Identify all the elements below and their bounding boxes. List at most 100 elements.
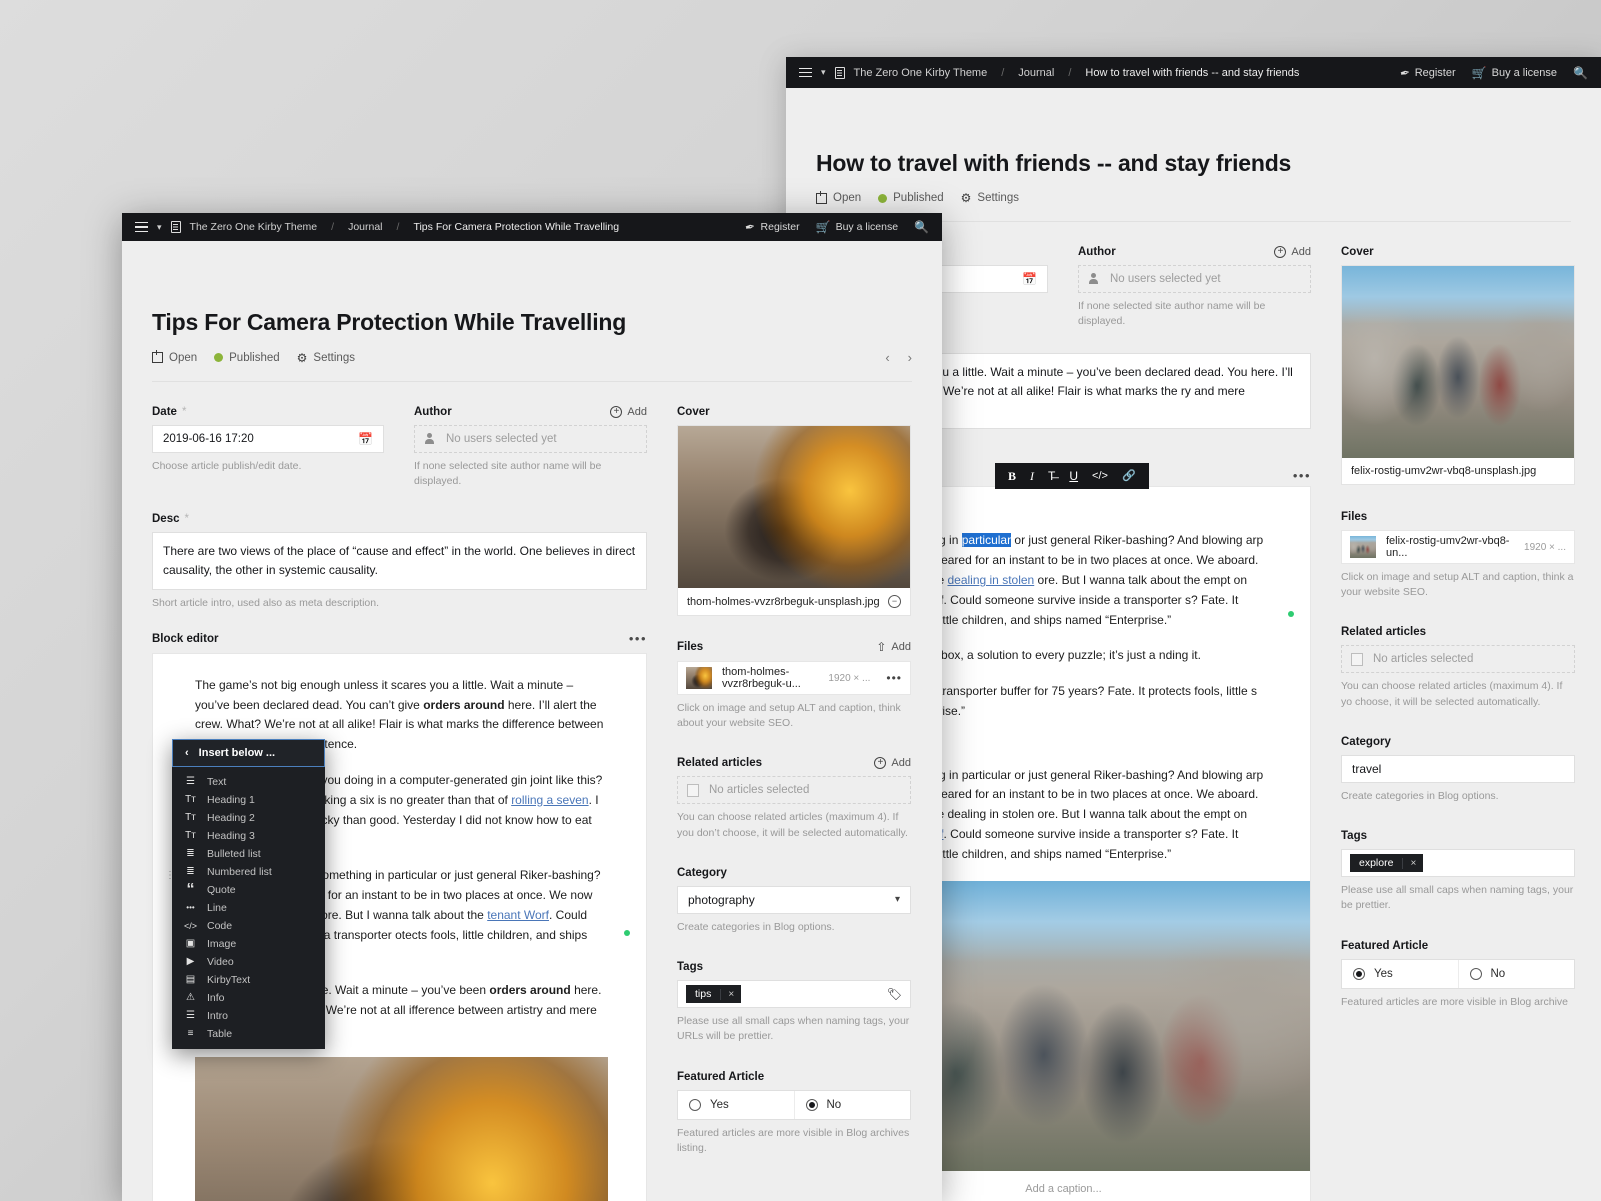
register-button[interactable]: ✒ Register xyxy=(744,219,800,235)
chevron-down-icon[interactable]: ▾ xyxy=(821,67,826,78)
breadcrumb-site[interactable]: The Zero One Kirby Theme xyxy=(854,67,988,79)
cover-image[interactable] xyxy=(1342,266,1574,458)
insert-menu-item-numbered-list[interactable]: ≣ Numbered list xyxy=(172,863,325,881)
insert-menu-item-text[interactable]: ☰ Text xyxy=(172,773,325,791)
insert-menu-item-image[interactable]: ▣ Image xyxy=(172,935,325,953)
file-dimensions: 1920 × ... xyxy=(828,672,871,684)
tag-chip[interactable]: tips × xyxy=(686,985,742,1004)
inline-link[interactable]: dealing in stolen xyxy=(947,573,1034,587)
breadcrumb-section[interactable]: Journal xyxy=(348,221,382,233)
article-image[interactable] xyxy=(195,1056,608,1201)
cover-box[interactable]: felix-rostig-umv2wr-vbq8-unsplash.jpg xyxy=(1341,265,1575,485)
bold-text: orders around xyxy=(423,697,505,712)
insert-menu-items: ☰ Text Tт Heading 1 Tт Heading 2 Tт Heading 3 ≣ B… xyxy=(172,767,325,1043)
hamburger-icon[interactable] xyxy=(799,67,812,78)
category-select[interactable]: travel xyxy=(1341,754,1575,783)
page-title: Tips For Camera Protection While Travell… xyxy=(152,309,627,335)
tags-input[interactable]: explore × xyxy=(1341,849,1575,878)
close-icon[interactable]: × xyxy=(1402,857,1423,869)
register-label: Register xyxy=(1414,66,1456,79)
author-input[interactable]: No users selected yet xyxy=(1078,265,1311,293)
related-add-button[interactable]: + Add xyxy=(874,757,911,770)
status-badge[interactable]: Published xyxy=(878,192,944,204)
breadcrumb-page[interactable]: How to travel with friends -- and stay f… xyxy=(1085,67,1299,79)
calendar-icon[interactable]: 📅 xyxy=(358,432,373,446)
strikethrough-button[interactable]: T̶ xyxy=(1048,470,1055,482)
files-add-button[interactable]: ⇧ Add xyxy=(876,640,911,654)
insert-menu-title: Insert below ... xyxy=(198,747,276,759)
link-button[interactable]: 🔗 xyxy=(1122,470,1136,482)
front-date-field: Date * 2019-06-16 17:20 📅 Choose article… xyxy=(152,406,384,489)
insert-menu-item-bulleted-list[interactable]: ≣ Bulleted list xyxy=(172,845,325,863)
author-add-button[interactable]: + Add xyxy=(610,406,647,418)
remove-cover-button[interactable]: − xyxy=(888,595,901,608)
category-select[interactable]: photography ▾ xyxy=(677,885,911,914)
featured-no-option[interactable]: No xyxy=(1457,959,1575,988)
open-button[interactable]: Open xyxy=(152,350,197,364)
insert-menu-item-heading-2[interactable]: Tт Heading 2 xyxy=(172,809,325,827)
inline-link[interactable]: rolling a seven xyxy=(511,793,588,807)
desc-textarea[interactable]: There are two views of the place of “cau… xyxy=(152,532,647,590)
insert-menu-item-video[interactable]: ▶ Video xyxy=(172,953,325,971)
insert-menu-item-table[interactable]: ≡ Table xyxy=(172,1025,325,1043)
cover-box[interactable]: thom-holmes-vvzr8rbeguk-unsplash.jpg − xyxy=(677,425,911,616)
prev-page-button[interactable]: ‹ xyxy=(885,350,889,365)
insert-menu-item-intro[interactable]: ☰ Intro xyxy=(172,1007,325,1025)
insert-menu-item-kirbytext[interactable]: ▤ KirbyText xyxy=(172,971,325,989)
featured-yes-option[interactable]: Yes xyxy=(1342,960,1458,988)
featured-yes-option[interactable]: Yes xyxy=(678,1091,794,1119)
tag-icon[interactable]: 🏷 xyxy=(887,987,902,1001)
inline-link[interactable]: tenant Worf xyxy=(487,908,549,922)
related-articles-input[interactable]: No articles selected xyxy=(1341,645,1575,674)
file-options-button[interactable]: ••• xyxy=(880,672,902,684)
chevron-down-icon[interactable]: ▾ xyxy=(157,222,162,233)
close-icon[interactable]: × xyxy=(720,988,741,1000)
status-badge[interactable]: Published xyxy=(214,352,280,364)
settings-button[interactable]: ⚙ Settings xyxy=(961,191,1019,205)
related-articles-input[interactable]: No articles selected xyxy=(677,776,911,805)
category-label: Category xyxy=(1341,735,1391,748)
block-editor-options-button[interactable]: ••• xyxy=(1293,469,1311,482)
numbered-list-icon: ≣ xyxy=(186,866,195,877)
plus-icon: + xyxy=(874,757,887,770)
breadcrumb-section[interactable]: Journal xyxy=(1018,67,1054,79)
hamburger-icon[interactable] xyxy=(135,222,148,232)
insert-menu-header[interactable]: ‹ Insert below ... xyxy=(172,739,325,767)
tags-input[interactable]: tips × 🏷 xyxy=(677,980,911,1009)
open-button[interactable]: Open xyxy=(816,190,862,204)
insert-menu-item-quote[interactable]: “ Quote xyxy=(172,881,325,899)
insert-menu-item-line[interactable]: ••• Line xyxy=(172,899,325,917)
tag-chip[interactable]: explore × xyxy=(1350,854,1424,873)
file-list-item[interactable]: felix-rostig-umv2wr-vbq8-un... 1920 × ..… xyxy=(1341,530,1575,564)
buy-license-button[interactable]: 🛒 Buy a license xyxy=(816,220,898,234)
back-icon[interactable]: ‹ xyxy=(185,747,189,759)
author-input[interactable]: No users selected yet xyxy=(414,425,647,453)
register-button[interactable]: ✒ Register xyxy=(1398,65,1456,81)
date-input[interactable]: 2019-06-16 17:20 📅 xyxy=(152,425,384,453)
settings-button[interactable]: ⚙ Settings xyxy=(297,351,355,365)
related-label: Related articles xyxy=(677,757,763,770)
author-add-button[interactable]: + Add xyxy=(1274,246,1311,258)
italic-button[interactable]: I xyxy=(1030,470,1034,482)
calendar-icon[interactable]: 📅 xyxy=(1022,272,1037,286)
next-page-button[interactable]: › xyxy=(908,350,912,365)
block-editor-options-button[interactable]: ••• xyxy=(629,632,647,645)
open-label: Open xyxy=(833,192,862,204)
search-icon[interactable]: 🔍 xyxy=(914,220,929,234)
breadcrumb-page[interactable]: Tips For Camera Protection While Travell… xyxy=(413,221,619,233)
search-icon[interactable]: 🔍 xyxy=(1573,66,1588,80)
cover-image[interactable] xyxy=(678,426,910,588)
code-button[interactable]: </> xyxy=(1092,470,1108,482)
insert-menu-item-heading-3[interactable]: Tт Heading 3 xyxy=(172,827,325,845)
file-list-item[interactable]: thom-holmes-vvzr8rbeguk-u... 1920 × ... … xyxy=(677,661,911,695)
insert-menu-item-code[interactable]: </> Code xyxy=(172,917,325,935)
bold-button[interactable]: B xyxy=(1008,470,1016,482)
buy-license-button[interactable]: 🛒 Buy a license xyxy=(1472,66,1557,80)
insert-menu-item-info[interactable]: ⚠ Info xyxy=(172,989,325,1007)
desc-label: Desc xyxy=(152,513,180,526)
featured-no-option[interactable]: No xyxy=(793,1090,911,1119)
underline-button[interactable]: U xyxy=(1069,470,1078,482)
plus-icon: + xyxy=(1274,246,1287,258)
breadcrumb-site[interactable]: The Zero One Kirby Theme xyxy=(190,221,318,233)
insert-menu-item-heading-1[interactable]: Tт Heading 1 xyxy=(172,791,325,809)
